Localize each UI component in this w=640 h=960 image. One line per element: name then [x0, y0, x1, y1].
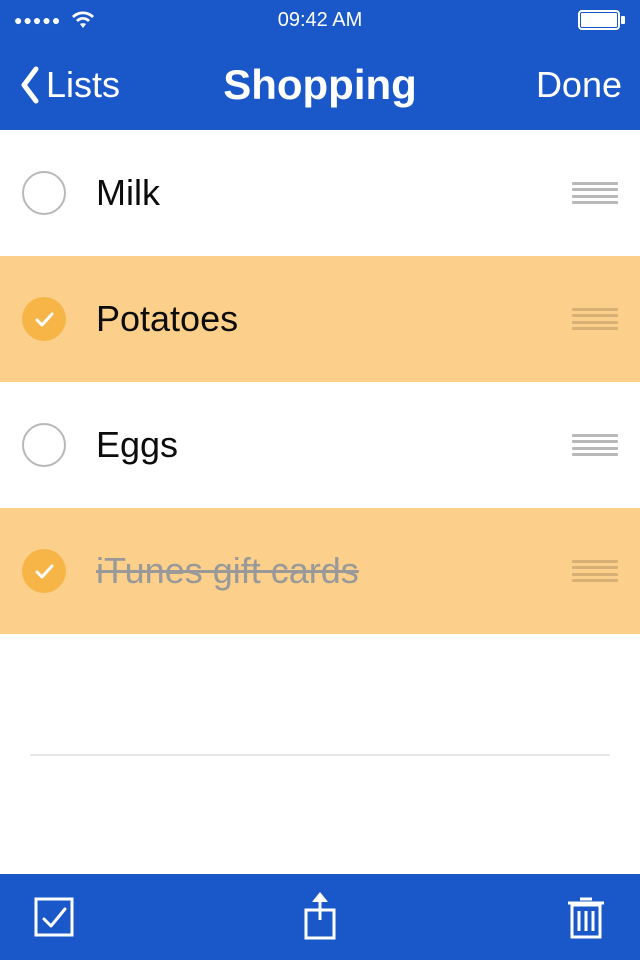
checkbox-checked-icon[interactable]: [22, 549, 66, 593]
list-area: Milk Potatoes Eggs iTunes gift cards: [0, 130, 640, 756]
status-left: ●●●●●: [14, 11, 95, 29]
checkbox-checked-icon[interactable]: [22, 297, 66, 341]
drag-handle-icon[interactable]: [572, 560, 618, 582]
signal-dots-icon: ●●●●●: [14, 12, 61, 28]
list-item[interactable]: Milk: [0, 130, 640, 256]
back-button[interactable]: Lists: [18, 64, 120, 106]
list-item[interactable]: Eggs: [0, 382, 640, 508]
select-all-button[interactable]: [30, 893, 78, 941]
item-label: Eggs: [96, 424, 572, 466]
back-label: Lists: [46, 64, 120, 106]
bottom-toolbar: [0, 874, 640, 960]
drag-handle-icon[interactable]: [572, 308, 618, 330]
item-label: Potatoes: [96, 298, 572, 340]
battery-icon: [578, 10, 626, 30]
divider: [30, 754, 610, 756]
list-item[interactable]: Potatoes: [0, 256, 640, 382]
checkbox-unchecked-icon[interactable]: [22, 423, 66, 467]
status-bar: ●●●●● 09:42 AM: [0, 0, 640, 40]
chevron-left-icon: [18, 65, 40, 105]
nav-bar: Lists Shopping Done: [0, 40, 640, 130]
item-label: Milk: [96, 172, 572, 214]
delete-button[interactable]: [562, 893, 610, 941]
drag-handle-icon[interactable]: [572, 434, 618, 456]
checkbox-unchecked-icon[interactable]: [22, 171, 66, 215]
page-title: Shopping: [223, 61, 417, 109]
list-item[interactable]: iTunes gift cards: [0, 508, 640, 634]
share-button[interactable]: [296, 893, 344, 941]
wifi-icon: [71, 11, 95, 29]
drag-handle-icon[interactable]: [572, 182, 618, 204]
item-label: iTunes gift cards: [96, 550, 572, 592]
status-time: 09:42 AM: [278, 9, 363, 32]
done-button[interactable]: Done: [536, 64, 622, 106]
